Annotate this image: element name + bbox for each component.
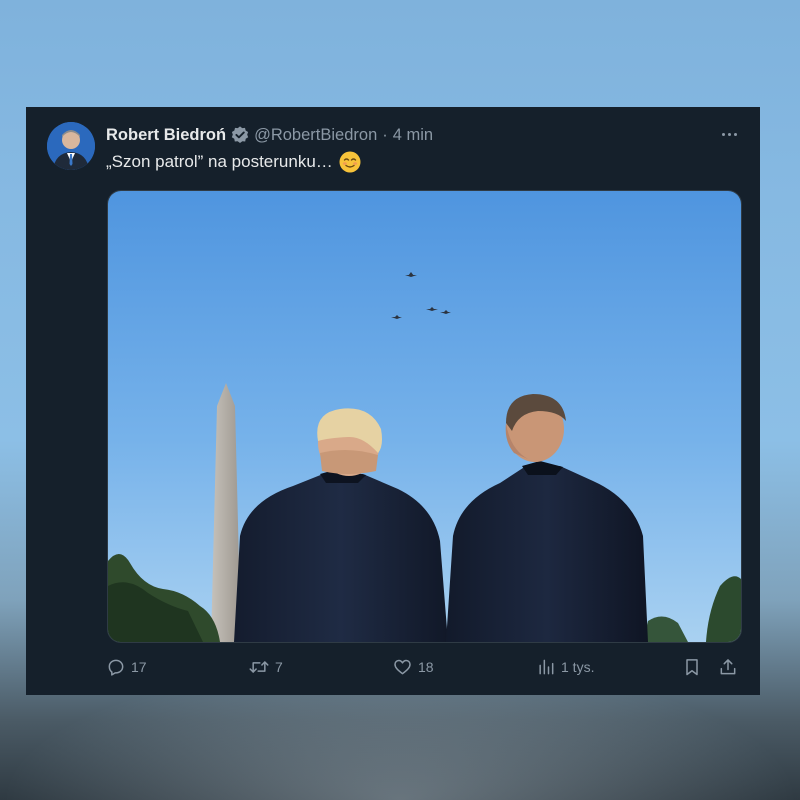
more-icon[interactable]	[716, 122, 742, 146]
repost-button[interactable]: 7	[248, 657, 283, 677]
verified-badge-icon	[230, 125, 250, 145]
action-bar: 17 7 18 1 tys.	[26, 651, 760, 687]
timestamp[interactable]: 4 min	[393, 126, 433, 145]
reply-count: 17	[131, 659, 147, 675]
repost-count: 7	[275, 659, 283, 675]
avatar[interactable]	[47, 122, 95, 170]
reply-icon	[108, 659, 124, 676]
tweet-card: Robert Biedroń @RobertBiedron · 4 min „S…	[26, 107, 760, 695]
views-count: 1 tys.	[561, 659, 595, 675]
like-button[interactable]: 18	[392, 657, 434, 677]
like-count: 18	[418, 659, 434, 675]
bookmark-button[interactable]	[682, 657, 702, 677]
separator-dot: ·	[382, 125, 388, 144]
heart-icon	[394, 659, 411, 675]
smiling-face-emoji-icon	[339, 151, 361, 173]
tweet-header: Robert Biedroń @RobertBiedron · 4 min	[106, 124, 433, 146]
tweet-image[interactable]	[107, 190, 742, 643]
repost-icon	[249, 661, 269, 673]
share-icon	[720, 659, 736, 675]
tweet-text-row: „Szon patrol” na posterunku…	[106, 150, 361, 174]
tweet-text: „Szon patrol” na posterunku…	[106, 152, 333, 171]
share-button[interactable]	[718, 657, 738, 677]
views-chart-icon	[539, 659, 554, 675]
reply-button[interactable]: 17	[106, 657, 147, 677]
views-button[interactable]: 1 tys.	[536, 657, 594, 677]
author-name[interactable]: Robert Biedroń	[106, 126, 226, 145]
bookmark-icon	[686, 659, 698, 676]
author-handle[interactable]: @RobertBiedron	[254, 126, 377, 145]
